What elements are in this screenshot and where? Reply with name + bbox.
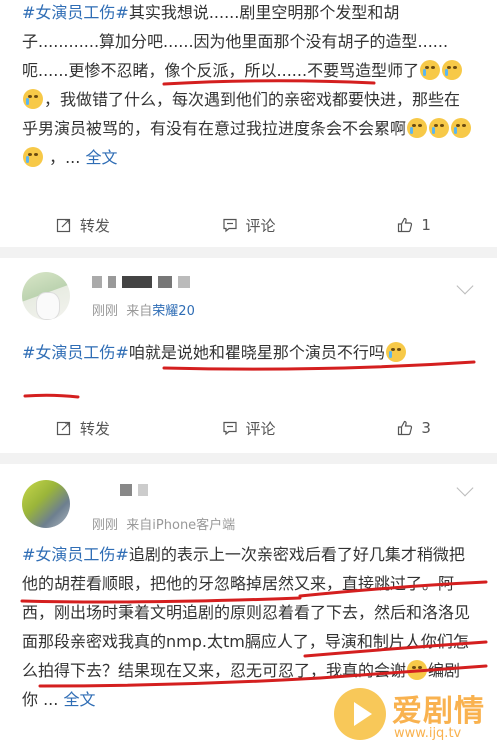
post-1-actions: 转发 评论 1 — [0, 205, 497, 245]
comment-button[interactable]: 评论 — [166, 205, 332, 245]
repost-icon — [56, 421, 70, 436]
post-source[interactable]: 荣耀20 — [152, 304, 195, 319]
post-source[interactable]: iPhone客户端 — [152, 518, 235, 533]
post-2-header: 刚刚 来自荣耀20 — [0, 258, 497, 326]
play-logo-icon — [334, 688, 386, 740]
hashtag-link[interactable]: #女演员工伤# — [22, 545, 129, 564]
post-2-text: #女演员工伤#咱就是说她和瞿晓星那个演员不行吗 — [0, 338, 497, 367]
hashtag-link[interactable]: #女演员工伤# — [22, 343, 129, 362]
repost-label: 转发 — [79, 216, 110, 235]
post-text-segment: 更惨不忍睹，像个反派 — [68, 61, 229, 80]
watermark: 爱剧情 www.ijq.tv — [332, 682, 492, 746]
post-text-segment: ，... — [44, 148, 86, 167]
crying-emoji-icon — [451, 118, 472, 138]
repost-button[interactable]: 转发 — [0, 205, 166, 245]
post-meta: 刚刚 来自荣耀20 — [92, 300, 195, 319]
post-3-header: 刚刚 来自iPhone客户端 — [0, 464, 497, 533]
post-from-label: 来自 — [126, 518, 153, 533]
watermark-url: www.ijq.tv — [394, 726, 462, 741]
chevron-down-icon[interactable] — [456, 277, 474, 295]
thumbs-up-icon — [398, 420, 413, 436]
crying-emoji-icon — [23, 147, 43, 167]
comment-label: 评论 — [245, 419, 276, 438]
like-button[interactable]: 1 — [331, 205, 497, 245]
watermark-brand: 爱剧情 — [392, 694, 485, 729]
comment-button[interactable]: 评论 — [166, 408, 332, 448]
chevron-down-icon[interactable] — [456, 479, 474, 497]
like-button[interactable]: 3 — [331, 408, 497, 448]
post-card-3: 刚刚 来自iPhone客户端 #女演员工伤#追剧的表示上一次亲密戏后看了好几集才… — [0, 464, 497, 751]
crying-emoji-icon — [429, 118, 450, 138]
post-text-segment: ，所以......不要骂造型师了 — [228, 61, 420, 80]
crying-emoji-icon — [23, 89, 43, 109]
post-card-2: 刚刚 来自荣耀20 #女演员工伤#咱就是说她和瞿晓星那个演员不行吗 转发 评论 … — [0, 258, 497, 453]
post-text-segment: 咱就是说她和瞿晓星那个演员不行吗 — [128, 343, 385, 362]
repost-label: 转发 — [79, 419, 110, 438]
username-blurred[interactable] — [92, 276, 190, 290]
repost-icon — [56, 218, 70, 233]
post-card-1: #女演员工伤#其实我想说......剧里空明那个发型和胡子...........… — [0, 0, 497, 247]
post-time: 刚刚 — [92, 518, 119, 533]
comment-icon — [222, 421, 237, 436]
username-blurred[interactable] — [120, 484, 148, 498]
post-text-segment: ，我做错了什么，每次遇到他们的亲密戏都要快进，那些在乎男演员被骂的，有没有在意过… — [22, 90, 461, 138]
post-2-actions: 转发 评论 3 — [0, 408, 497, 448]
post-meta: 刚刚 来自iPhone客户端 — [92, 514, 235, 533]
crying-emoji-icon — [385, 342, 406, 362]
thumbs-up-icon — [398, 217, 413, 233]
comment-label: 评论 — [245, 216, 276, 235]
like-count: 1 — [421, 216, 431, 234]
read-more-link[interactable]: 全文 — [85, 148, 117, 167]
avatar[interactable] — [22, 480, 70, 528]
repost-button[interactable]: 转发 — [0, 408, 166, 448]
crying-emoji-icon — [442, 60, 463, 80]
post-text-segment: 追剧的表示上一次亲密戏后看了好几集才稍微把他的胡茬看顺眼，把他的牙忽略掉居然又来… — [22, 545, 471, 680]
hashtag-link[interactable]: #女演员工伤# — [22, 3, 129, 22]
comment-icon — [222, 218, 237, 233]
post-time: 刚刚 — [92, 304, 119, 319]
read-more-link[interactable]: 全文 — [63, 690, 95, 709]
crying-emoji-icon — [420, 60, 441, 80]
post-from-label: 来自 — [126, 304, 153, 319]
crying-emoji-icon — [407, 118, 428, 138]
smile-emoji-icon — [407, 660, 428, 680]
red-underline-mark — [23, 393, 80, 399]
post-1-text: #女演员工伤#其实我想说......剧里空明那个发型和胡子...........… — [0, 0, 497, 172]
avatar[interactable] — [22, 272, 70, 320]
like-count: 3 — [421, 419, 431, 437]
